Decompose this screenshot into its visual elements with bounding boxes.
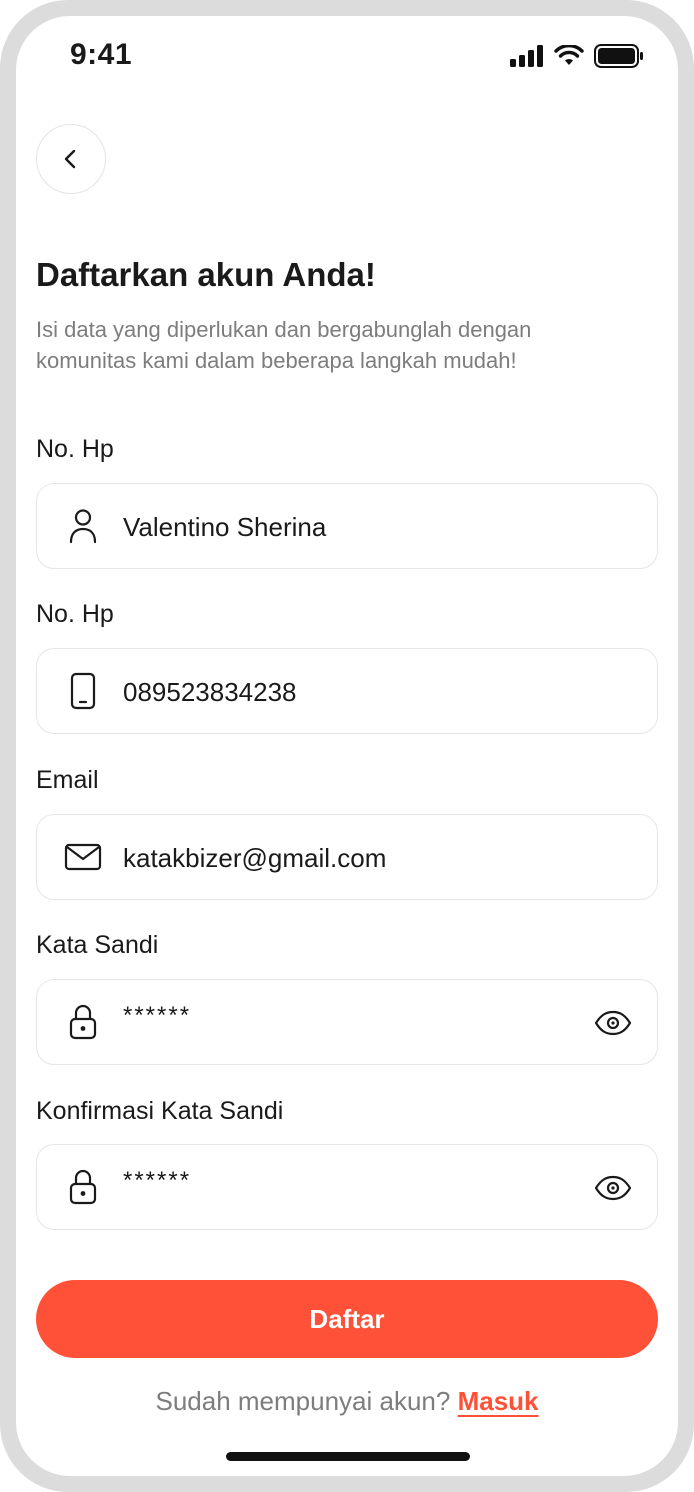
login-prompt-text: Sudah mempunyai akun? — [155, 1386, 451, 1416]
phone-field-value: 089523834238 — [123, 677, 297, 707]
chevron-left-icon — [64, 149, 76, 169]
login-link[interactable]: Masuk — [458, 1386, 539, 1416]
confirm-password-field[interactable]: ****** — [36, 1144, 658, 1230]
mail-icon — [63, 837, 103, 877]
page-title: Daftarkan akun Anda! — [36, 256, 376, 293]
name-field[interactable]: Valentino Sherina — [36, 483, 658, 569]
phone-icon — [63, 671, 103, 711]
home-indicator[interactable] — [226, 1452, 470, 1461]
login-prompt: Sudah mempunyai akun? Masuk — [16, 1386, 678, 1417]
status-bar: 9:41 — [16, 16, 678, 96]
password-field-label: Kata Sandi — [36, 931, 159, 959]
lock-icon — [63, 1002, 103, 1042]
password-field[interactable]: ****** — [36, 979, 658, 1065]
status-icons — [510, 44, 644, 68]
page-subtitle: Isi data yang diperlukan dan bergabungla… — [36, 314, 636, 376]
eye-icon[interactable] — [591, 1001, 635, 1045]
page-subtitle-line-2: komunitas kami dalam beberapa langkah mu… — [36, 348, 517, 373]
app-screen: 9:41 Daftarkan akun Anda! Isi data yang … — [16, 16, 678, 1476]
status-time: 9:41 — [70, 38, 133, 71]
back-button[interactable] — [36, 124, 106, 194]
email-field-label: Email — [36, 766, 99, 794]
password-field-value: ****** — [123, 1002, 192, 1029]
name-field-label: No. Hp — [36, 435, 114, 463]
wifi-icon — [554, 45, 584, 65]
eye-icon[interactable] — [591, 1166, 635, 1210]
phone-field[interactable]: 089523834238 — [36, 648, 658, 734]
device-frame: 9:41 Daftarkan akun Anda! Isi data yang … — [0, 0, 694, 1492]
confirm-password-field-value: ****** — [123, 1167, 192, 1194]
email-field-value: katakbizer@gmail.com — [123, 843, 387, 873]
phone-field-label: No. Hp — [36, 600, 114, 628]
user-icon — [63, 506, 103, 546]
battery-icon — [594, 44, 643, 68]
confirm-password-field-label: Konfirmasi Kata Sandi — [36, 1097, 284, 1125]
lock-icon — [63, 1167, 103, 1207]
signal-icon — [510, 45, 543, 67]
page-subtitle-line-1: Isi data yang diperlukan dan bergabungla… — [36, 317, 532, 342]
submit-button[interactable]: Daftar — [36, 1280, 658, 1358]
name-field-value: Valentino Sherina — [123, 512, 327, 542]
email-field[interactable]: katakbizer@gmail.com — [36, 814, 658, 900]
